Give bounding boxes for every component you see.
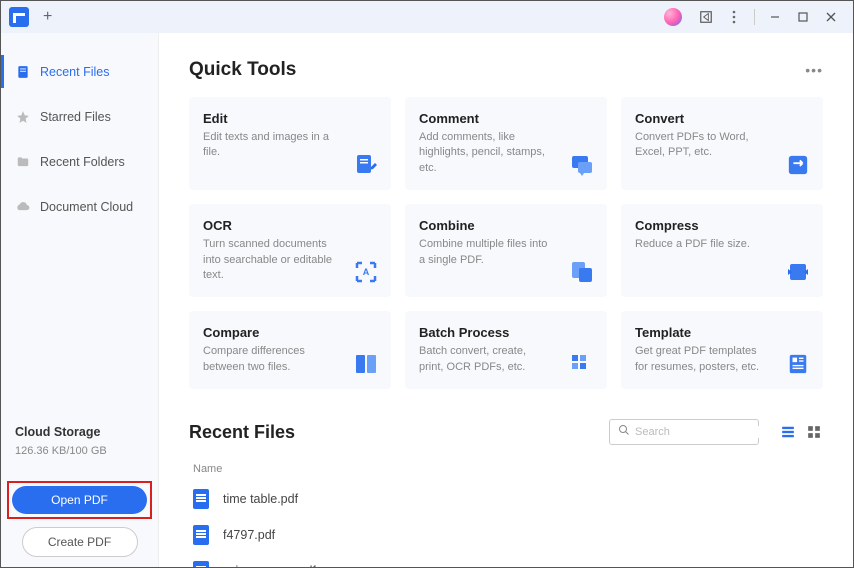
tool-desc: Add comments, like highlights, pencil, s… xyxy=(419,130,593,176)
tool-desc: Reduce a PDF file size. xyxy=(635,237,809,252)
tool-card-edit[interactable]: Edit Edit texts and images in a file. xyxy=(189,97,391,190)
file-name: science-copy.pdf xyxy=(223,564,316,567)
tool-title: Combine xyxy=(419,218,593,233)
column-header-name: Name xyxy=(189,457,823,481)
convert-icon xyxy=(785,152,811,178)
pdf-file-icon xyxy=(193,561,209,567)
tool-desc: Compare differences between two files. xyxy=(203,344,377,375)
search-input[interactable] xyxy=(635,426,777,438)
tool-desc: Edit texts and images in a file. xyxy=(203,130,377,161)
sidebar-item-starred-files[interactable]: Starred Files xyxy=(1,100,158,133)
quick-tools-grid: Edit Edit texts and images in a file. Co… xyxy=(189,97,823,389)
app-logo-icon xyxy=(9,7,29,27)
tool-title: Compare xyxy=(203,325,377,340)
quick-tools-title: Quick Tools xyxy=(189,59,805,81)
compress-icon xyxy=(785,259,811,285)
tool-title: Template xyxy=(635,325,809,340)
share-icon[interactable] xyxy=(692,5,720,29)
divider xyxy=(754,9,755,25)
tool-card-convert[interactable]: Convert Convert PDFs to Word, Excel, PPT… xyxy=(621,97,823,190)
tool-card-batch-process[interactable]: Batch Process Batch convert, create, pri… xyxy=(405,311,607,389)
tool-card-ocr[interactable]: OCR Turn scanned documents into searchab… xyxy=(189,204,391,297)
sidebar-item-recent-folders[interactable]: Recent Folders xyxy=(1,145,158,178)
sidebar-item-label: Starred Files xyxy=(40,110,111,124)
file-name: f4797.pdf xyxy=(223,528,275,542)
grid-view-toggle[interactable] xyxy=(805,423,823,441)
tool-card-comment[interactable]: Comment Add comments, like highlights, p… xyxy=(405,97,607,190)
menu-dots-icon[interactable] xyxy=(720,5,748,29)
titlebar: + xyxy=(1,1,853,33)
folder-icon xyxy=(15,154,30,169)
sidebar-item-label: Recent Folders xyxy=(40,155,125,169)
new-tab-button[interactable]: + xyxy=(43,8,52,26)
tool-card-compress[interactable]: Compress Reduce a PDF file size. xyxy=(621,204,823,297)
more-menu-icon[interactable]: ••• xyxy=(805,62,823,78)
cloud-storage-usage: 126.36 KB/100 GB xyxy=(15,445,144,457)
tool-desc: Turn scanned documents into searchable o… xyxy=(203,237,377,283)
tool-title: Edit xyxy=(203,111,377,126)
file-name: time table.pdf xyxy=(223,492,298,506)
combine-icon xyxy=(569,259,595,285)
cloud-storage-title: Cloud Storage xyxy=(15,425,144,439)
user-avatar[interactable] xyxy=(664,8,682,26)
tool-title: Batch Process xyxy=(419,325,593,340)
batch-icon xyxy=(569,351,595,377)
sidebar-item-document-cloud[interactable]: Document Cloud xyxy=(1,190,158,223)
open-pdf-highlight: Open PDF xyxy=(7,481,152,519)
search-box[interactable] xyxy=(609,419,759,445)
sidebar: Recent Files Starred Files Recent Folder… xyxy=(1,33,159,567)
file-row[interactable]: science-copy.pdf xyxy=(189,553,823,567)
sidebar-item-recent-files[interactable]: Recent Files xyxy=(1,55,158,88)
pdf-file-icon xyxy=(193,489,209,509)
maximize-button[interactable] xyxy=(789,5,817,29)
open-pdf-button[interactable]: Open PDF xyxy=(12,486,147,514)
tool-title: Comment xyxy=(419,111,593,126)
sidebar-item-label: Document Cloud xyxy=(40,200,133,214)
recent-files-title: Recent Files xyxy=(189,422,609,443)
comment-icon xyxy=(569,152,595,178)
search-icon xyxy=(618,423,630,441)
minimize-button[interactable] xyxy=(761,5,789,29)
file-row[interactable]: time table.pdf xyxy=(189,481,823,517)
cloud-icon xyxy=(15,199,30,214)
template-icon xyxy=(785,351,811,377)
tool-desc: Get great PDF templates for resumes, pos… xyxy=(635,344,809,375)
tool-title: Compress xyxy=(635,218,809,233)
tool-desc: Combine multiple files into a single PDF… xyxy=(419,237,593,268)
ocr-icon: A xyxy=(353,259,379,285)
list-view-toggle[interactable] xyxy=(779,423,797,441)
tool-title: Convert xyxy=(635,111,809,126)
tool-desc: Batch convert, create, print, OCR PDFs, … xyxy=(419,344,593,375)
star-icon xyxy=(15,109,30,124)
file-row[interactable]: f4797.pdf xyxy=(189,517,823,553)
tool-card-template[interactable]: Template Get great PDF templates for res… xyxy=(621,311,823,389)
svg-text:A: A xyxy=(363,267,370,277)
sidebar-item-label: Recent Files xyxy=(40,65,109,79)
recent-files-icon xyxy=(15,64,30,79)
main-content: Quick Tools ••• Edit Edit texts and imag… xyxy=(159,33,853,567)
edit-icon xyxy=(353,152,379,178)
compare-icon xyxy=(353,351,379,377)
tool-desc: Convert PDFs to Word, Excel, PPT, etc. xyxy=(635,130,809,161)
tool-card-combine[interactable]: Combine Combine multiple files into a si… xyxy=(405,204,607,297)
tool-title: OCR xyxy=(203,218,377,233)
tool-card-compare[interactable]: Compare Compare differences between two … xyxy=(189,311,391,389)
create-pdf-button[interactable]: Create PDF xyxy=(22,527,138,557)
close-button[interactable] xyxy=(817,5,845,29)
pdf-file-icon xyxy=(193,525,209,545)
